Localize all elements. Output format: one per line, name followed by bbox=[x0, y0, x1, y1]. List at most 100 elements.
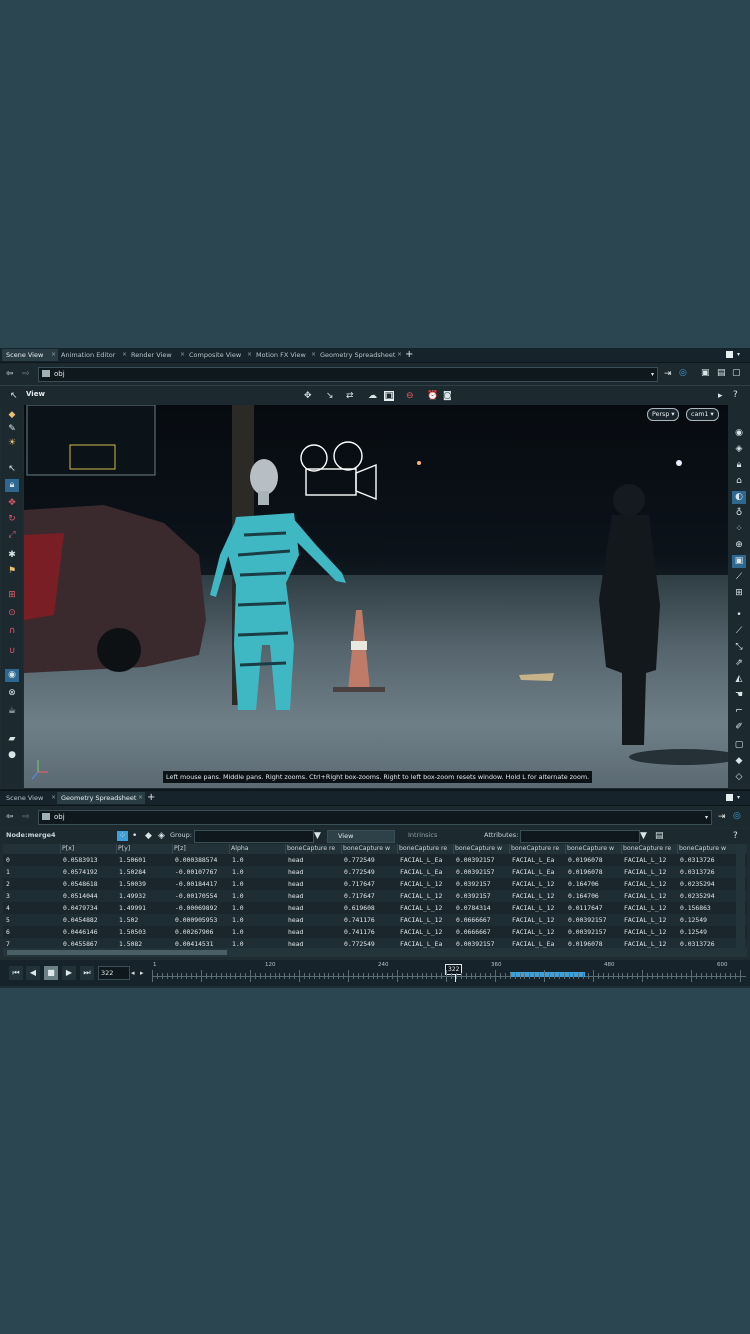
shading-icon[interactable]: ◐ bbox=[732, 491, 746, 504]
column-header[interactable]: boneCapture re bbox=[509, 844, 565, 854]
tab-render-view[interactable]: Render View × bbox=[127, 349, 187, 361]
camera-dropdown[interactable]: cam1 ▾ bbox=[686, 408, 719, 421]
detail-mode-icon[interactable]: ◈ bbox=[158, 831, 165, 841]
eye-icon[interactable]: ◉ bbox=[732, 427, 746, 440]
play-reverse-icon[interactable]: ◀ bbox=[26, 966, 40, 980]
menu-arrow-icon[interactable]: ▾ bbox=[737, 350, 740, 360]
layers-icon[interactable]: ◇ bbox=[732, 771, 746, 784]
add-tab-icon[interactable]: + bbox=[405, 348, 413, 362]
step-forward-icon[interactable]: ▸ bbox=[140, 968, 144, 978]
rotate-icon[interactable]: ↻ bbox=[5, 513, 19, 526]
column-header[interactable]: boneCapture re bbox=[285, 844, 341, 854]
column-header[interactable]: Alpha bbox=[229, 844, 285, 854]
scene-viewport[interactable]: Persp ▾ cam1 ▾ bbox=[24, 405, 728, 788]
column-header[interactable]: boneCapture re bbox=[621, 844, 677, 854]
snap-point-icon[interactable]: ⊙ bbox=[5, 607, 19, 620]
table-row[interactable]: 5 0.0454882 1.502 0.000905953 1.0 head 0.74117… bbox=[3, 914, 747, 926]
forward-arrow-icon[interactable]: ⇨ bbox=[22, 369, 30, 379]
flipbook-icon[interactable]: ☕ bbox=[5, 705, 19, 718]
group-field[interactable] bbox=[194, 830, 314, 843]
background-image-icon[interactable]: ▣ bbox=[732, 555, 746, 568]
menu-arrow-icon[interactable]: ▾ bbox=[737, 793, 740, 803]
points-icon[interactable]: ⁘ bbox=[732, 523, 746, 536]
play-icon[interactable]: ▶ bbox=[62, 966, 76, 980]
table-row[interactable]: 6 0.0446146 1.50503 0.00267906 1.0 head 0.7411… bbox=[3, 926, 747, 938]
filter-icon[interactable]: ▼ bbox=[640, 831, 647, 841]
lock-camera-icon[interactable]: 🔒︎ bbox=[732, 459, 746, 472]
link-icon[interactable]: ◎ bbox=[679, 368, 687, 378]
table-row[interactable]: 1 0.0574192 1.50284 -0.00107767 1.0 head 0.772… bbox=[3, 866, 747, 878]
jump-end-icon[interactable]: ⏭ bbox=[80, 966, 94, 980]
select-icon[interactable]: ↘ bbox=[326, 391, 334, 401]
column-header[interactable]: P[x] bbox=[60, 844, 116, 854]
record-sphere-icon[interactable]: ● bbox=[5, 749, 19, 762]
column-header[interactable]: P[y] bbox=[116, 844, 172, 854]
white-box-icon[interactable]: ▢ bbox=[732, 739, 746, 752]
handle-icon[interactable]: ✥ bbox=[304, 391, 312, 401]
vector-icon[interactable]: ⇗ bbox=[732, 657, 746, 670]
table-row[interactable]: 2 0.0548618 1.50039 -0.00184417 1.0 head 0.717… bbox=[3, 878, 747, 890]
forward-arrow-icon[interactable]: ⇨ bbox=[22, 812, 30, 822]
tab-composite-view[interactable]: Composite View × bbox=[185, 349, 254, 361]
tab-geometry-spreadsheet-bottom[interactable]: Geometry Spreadsheet × bbox=[57, 792, 145, 804]
close-icon[interactable]: × bbox=[51, 349, 56, 361]
pin-icon[interactable]: ⇥ bbox=[718, 812, 726, 822]
handle-tool-icon[interactable]: ⚑ bbox=[5, 565, 19, 578]
settings-icon[interactable]: ▤ bbox=[655, 831, 664, 841]
diamond-icon[interactable]: ◆ bbox=[732, 755, 746, 768]
table-row[interactable]: 7 0.0455867 1.5082 0.00414531 1.0 head 0.77254… bbox=[3, 938, 747, 948]
wireframe-icon[interactable]: ◈ bbox=[732, 443, 746, 456]
stop-icon[interactable]: ■ bbox=[44, 966, 58, 980]
close-icon[interactable]: × bbox=[138, 792, 143, 804]
snap-curve-icon[interactable]: ∩ bbox=[5, 625, 19, 638]
normals-icon[interactable]: ⊕ bbox=[732, 539, 746, 552]
back-arrow-icon[interactable]: ⇦ bbox=[6, 369, 14, 379]
maximize-icon[interactable] bbox=[726, 351, 733, 358]
step-back-icon[interactable]: ◂ bbox=[131, 968, 135, 978]
tab-animation-editor[interactable]: Animation Editor × bbox=[57, 349, 129, 361]
timeline-ruler[interactable]: 1 120 240 360 480 600 322 bbox=[152, 962, 746, 984]
close-icon[interactable]: × bbox=[397, 349, 402, 361]
record-icon[interactable]: ⊖ bbox=[406, 391, 414, 401]
filter-icon[interactable]: ▼ bbox=[314, 831, 321, 841]
help-icon[interactable]: ? bbox=[733, 390, 738, 400]
select-arrow-icon[interactable]: ↖ bbox=[5, 463, 19, 476]
tab-geometry-spreadsheet[interactable]: Geometry Spreadsheet × bbox=[316, 349, 404, 361]
tab-scene-view[interactable]: Scene View × bbox=[2, 349, 58, 361]
attributes-field[interactable] bbox=[520, 830, 640, 843]
lock-icon[interactable]: 🔒︎ bbox=[5, 479, 19, 492]
pin-icon[interactable]: ⇥ bbox=[664, 369, 672, 379]
brush-icon[interactable]: ✎ bbox=[5, 423, 19, 436]
vertices-mode-icon[interactable]: • bbox=[132, 831, 137, 841]
table-row[interactable]: 4 0.0479734 1.49991 -0.00069892 1.0 head 0.619… bbox=[3, 902, 747, 914]
dot-icon[interactable]: • bbox=[732, 609, 746, 622]
link-icon[interactable]: ◎ bbox=[733, 811, 741, 821]
intrinsics-dropdown[interactable]: Intrinsics bbox=[408, 831, 437, 839]
column-header[interactable]: P[z] bbox=[172, 844, 229, 854]
snap-grid-icon[interactable]: ⊞ bbox=[5, 589, 19, 602]
viewport-minimap[interactable] bbox=[26, 405, 156, 476]
table-row[interactable]: 0 0.0583913 1.50601 0.000388574 1.0 head 0.772… bbox=[3, 854, 747, 866]
crop-icon[interactable]: ⌐ bbox=[732, 705, 746, 718]
desktop-icon[interactable]: ▣ bbox=[701, 368, 710, 378]
drop-icon[interactable]: ◭ bbox=[732, 673, 746, 686]
panel-icon[interactable]: ▤ bbox=[717, 368, 726, 378]
perspective-dropdown[interactable]: Persp ▾ bbox=[647, 408, 680, 421]
pose-icon[interactable]: ✱ bbox=[5, 549, 19, 562]
camera-gizmo[interactable] bbox=[300, 441, 377, 501]
measure-icon[interactable]: ⟋ bbox=[732, 625, 746, 638]
close-icon[interactable]: × bbox=[51, 792, 56, 804]
magnet-icon[interactable]: ∪ bbox=[5, 645, 19, 658]
view-tool-icon[interactable]: ◉ bbox=[5, 669, 19, 682]
help-icon[interactable]: ? bbox=[733, 831, 738, 841]
scrollbar-thumb[interactable] bbox=[7, 950, 227, 955]
back-arrow-icon[interactable]: ⇦ bbox=[6, 812, 14, 822]
chevron-down-icon[interactable]: ▾ bbox=[651, 368, 654, 381]
paint-icon[interactable]: ▰ bbox=[5, 733, 19, 746]
cloud-icon[interactable]: ☁ bbox=[368, 391, 377, 401]
light-icon[interactable]: ◆ bbox=[5, 409, 19, 422]
horizontal-scrollbar[interactable] bbox=[3, 948, 747, 957]
column-header[interactable]: boneCapture w bbox=[453, 844, 509, 854]
view-dropdown[interactable]: View bbox=[327, 830, 395, 843]
window-icon[interactable]: ▢ bbox=[732, 368, 741, 378]
